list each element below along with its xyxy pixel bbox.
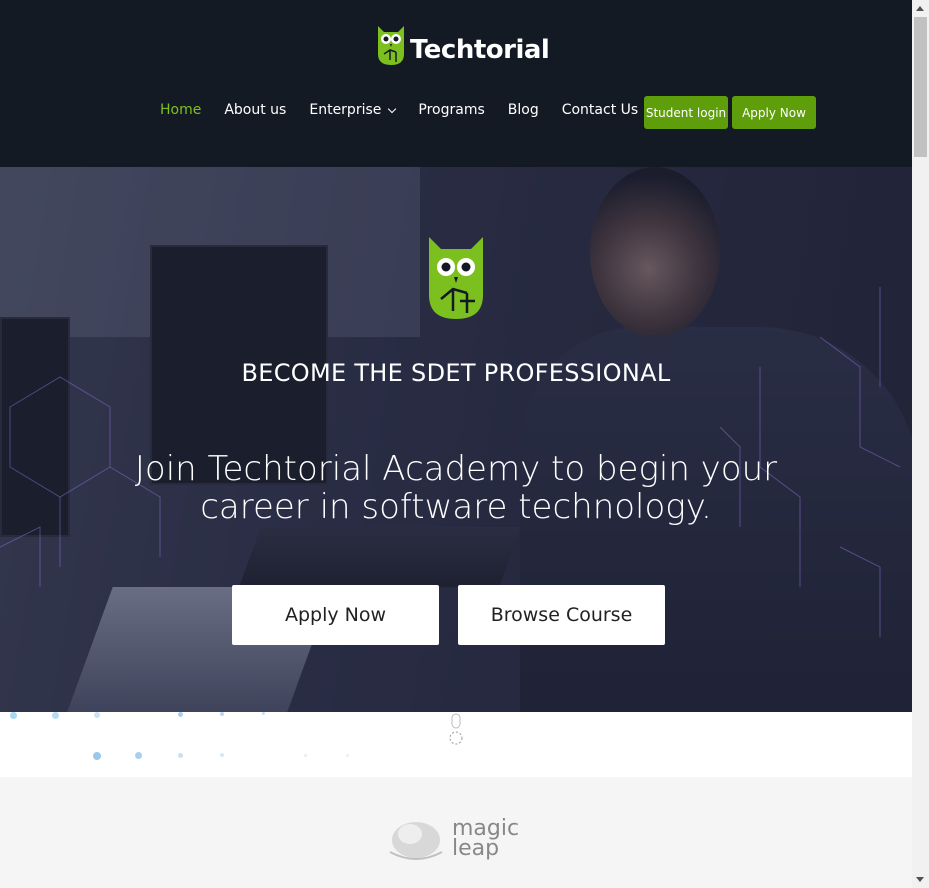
decorative-dot: [220, 712, 224, 716]
decorative-dot: [178, 753, 183, 758]
nav-enterprise-label: Enterprise: [309, 102, 382, 118]
owl-icon: [378, 26, 404, 65]
student-login-button[interactable]: Student login: [644, 96, 728, 129]
nav-about-us[interactable]: About us: [224, 102, 286, 118]
decorative-dot: [220, 753, 224, 757]
decorative-dot: [10, 712, 17, 719]
hero-title: BECOME THE SDET PROFESSIONAL: [241, 359, 671, 387]
nav-home[interactable]: Home: [160, 102, 201, 118]
decorative-dot: [346, 754, 349, 757]
magic-leap-icon: [389, 822, 443, 860]
site-header: Techtorial Home About us Enterprise Prog…: [0, 0, 912, 167]
scroll-up-arrow-icon[interactable]: [916, 6, 924, 11]
nav-blog[interactable]: Blog: [508, 102, 539, 118]
main-nav: Home About us Enterprise Programs Blog C…: [160, 102, 661, 118]
browse-course-button[interactable]: Browse Course: [458, 585, 665, 645]
decorative-dot: [304, 754, 307, 757]
hero-subtitle-line1: Join Techtorial Academy to begin your: [134, 449, 778, 489]
decorative-dot: [52, 712, 59, 719]
magic-leap-text-line2: leap: [452, 836, 500, 861]
hero-apply-now-button[interactable]: Apply Now: [232, 585, 439, 645]
nav-contact-us[interactable]: Contact Us: [562, 102, 638, 118]
scroll-down-icon[interactable]: [445, 712, 467, 746]
owl-icon: [429, 237, 483, 319]
hero-section: BECOME THE SDET PROFESSIONAL Join Techto…: [0, 167, 912, 712]
nav-enterprise[interactable]: Enterprise: [309, 102, 397, 118]
hero-subtitle-line2: career in software technology.: [200, 487, 712, 527]
scroll-down-arrow-icon[interactable]: [916, 877, 924, 882]
magic-leap-logo: magic leap: [386, 816, 526, 862]
decorative-dot: [262, 712, 265, 715]
brand-logo[interactable]: Techtorial: [376, 24, 550, 66]
nav-programs[interactable]: Programs: [418, 102, 484, 118]
header-apply-now-button[interactable]: Apply Now: [732, 96, 816, 129]
decorative-dot: [178, 712, 183, 717]
scrollbar-thumb[interactable]: [914, 17, 927, 157]
hero-subtitle: Join Techtorial Academy to begin your ca…: [0, 450, 912, 526]
decorative-dot: [94, 712, 100, 718]
chevron-down-icon: [388, 104, 397, 113]
page-scrollbar[interactable]: [912, 0, 929, 888]
decorative-dot: [135, 752, 142, 759]
decorative-dot: [93, 752, 101, 760]
brand-name: Techtorial: [410, 35, 550, 65]
